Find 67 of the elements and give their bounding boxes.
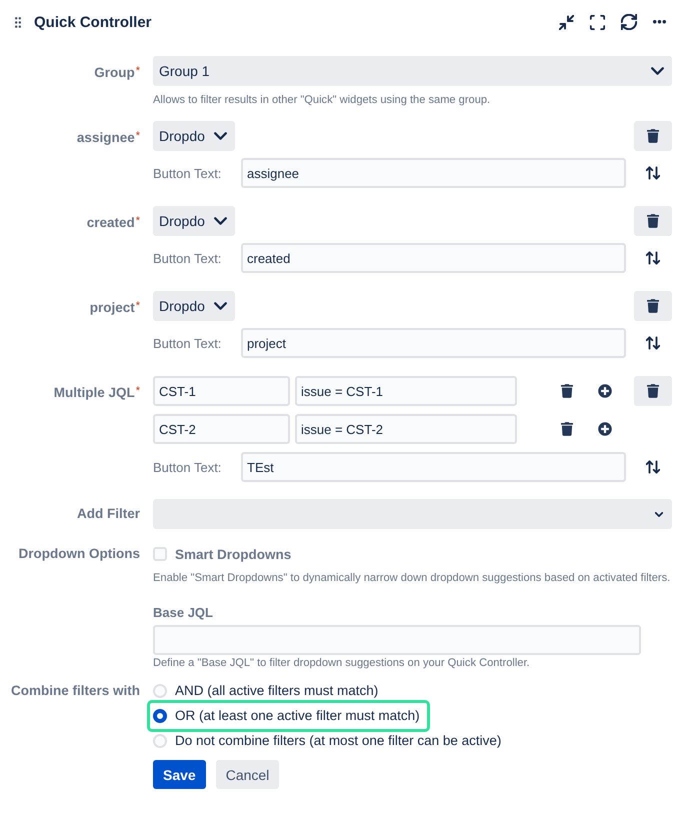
sort-arrows-icon[interactable]	[646, 336, 660, 350]
group-select[interactable]: Group 1	[153, 56, 672, 86]
jql-input[interactable]: issue = CST-1	[295, 376, 517, 406]
radio-label[interactable]: OR (at least one active filter must match)	[175, 708, 420, 723]
required-mark: *	[136, 300, 140, 312]
button-text-input[interactable]: project	[241, 328, 626, 358]
field-label: project	[90, 300, 135, 315]
trash-icon	[647, 214, 659, 228]
drag-handle-icon[interactable]	[15, 16, 21, 28]
filter-type-select[interactable]: Dropdo	[153, 206, 235, 236]
button-text-label: Button Text:	[153, 166, 222, 180]
cancel-button[interactable]: Cancel	[216, 760, 280, 789]
button-text-input[interactable]: created	[241, 243, 626, 273]
help-text: Define a "Base JQL" to filter dropdown suggestions on your Quick Controller.	[153, 656, 531, 671]
sort-arrows-icon[interactable]	[646, 460, 660, 474]
query-name-input[interactable]: CST-2	[153, 414, 290, 444]
required-mark: *	[136, 130, 140, 142]
fullscreen-icon[interactable]	[590, 14, 605, 30]
field-label: created	[86, 215, 135, 230]
field-label: Combine filters with	[10, 683, 140, 698]
delete-filter-button[interactable]	[634, 376, 672, 406]
field-label: Add Filter	[77, 506, 140, 521]
filter-type-select[interactable]: Dropdo	[153, 291, 235, 321]
save-button[interactable]: Save	[153, 760, 206, 789]
sort-arrows-icon[interactable]	[646, 166, 660, 180]
trash-icon	[647, 384, 659, 398]
chevron-down-icon	[655, 512, 663, 516]
chevron-down-icon	[214, 302, 227, 310]
checkbox[interactable]	[153, 547, 167, 561]
delete-filter-button[interactable]	[634, 121, 672, 151]
field-label: Multiple JQL	[54, 385, 135, 400]
required-mark: *	[136, 215, 140, 227]
chevron-down-icon	[214, 217, 227, 225]
required-mark: *	[136, 385, 140, 397]
trash-icon	[647, 129, 659, 143]
chevron-down-icon	[214, 132, 227, 140]
trash-icon[interactable]	[561, 384, 573, 398]
sort-arrows-icon[interactable]	[646, 251, 660, 265]
radio-label[interactable]: AND (all active filters must match)	[175, 683, 378, 698]
radio-button[interactable]	[153, 708, 167, 722]
button-text-label: Button Text:	[153, 250, 222, 266]
trash-icon[interactable]	[561, 422, 573, 436]
help-text: Enable "Smart Dropdowns" to dynamically narrow down dropdown suggestions based on activated filters.	[153, 571, 672, 586]
field-label: Dropdown Options	[18, 546, 140, 561]
button-text-input[interactable]: assignee	[241, 158, 626, 188]
trash-icon	[647, 299, 659, 313]
jql-input[interactable]: issue = CST-2	[295, 414, 517, 444]
delete-filter-button[interactable]	[634, 206, 672, 236]
delete-filter-button[interactable]	[634, 291, 672, 321]
base-jql-input[interactable]	[153, 625, 641, 655]
refresh-icon[interactable]	[621, 14, 637, 30]
widget-title: Quick Controller	[34, 14, 153, 30]
more-icon[interactable]	[653, 20, 666, 24]
field-label: assignee	[76, 130, 135, 145]
field-label: Group	[94, 65, 135, 80]
base-jql-label: Base JQL	[153, 605, 214, 621]
button-text-input[interactable]: TEst	[241, 452, 626, 482]
help-text: Allows to filter results in other "Quick" widgets using the same group.	[153, 93, 492, 108]
radio-label[interactable]: Do not combine filters (at most one filter can be active)	[175, 733, 502, 748]
checkbox-label: Smart Dropdowns	[175, 546, 292, 562]
minimize-icon[interactable]	[559, 14, 574, 30]
required-mark: *	[136, 65, 140, 77]
query-name-input[interactable]: CST-1	[153, 376, 290, 406]
chevron-down-icon	[651, 67, 664, 75]
button-text-label: Button Text:	[153, 460, 222, 474]
button-text-label: Button Text:	[153, 336, 222, 350]
filter-type-select[interactable]: Dropdo	[153, 121, 235, 151]
